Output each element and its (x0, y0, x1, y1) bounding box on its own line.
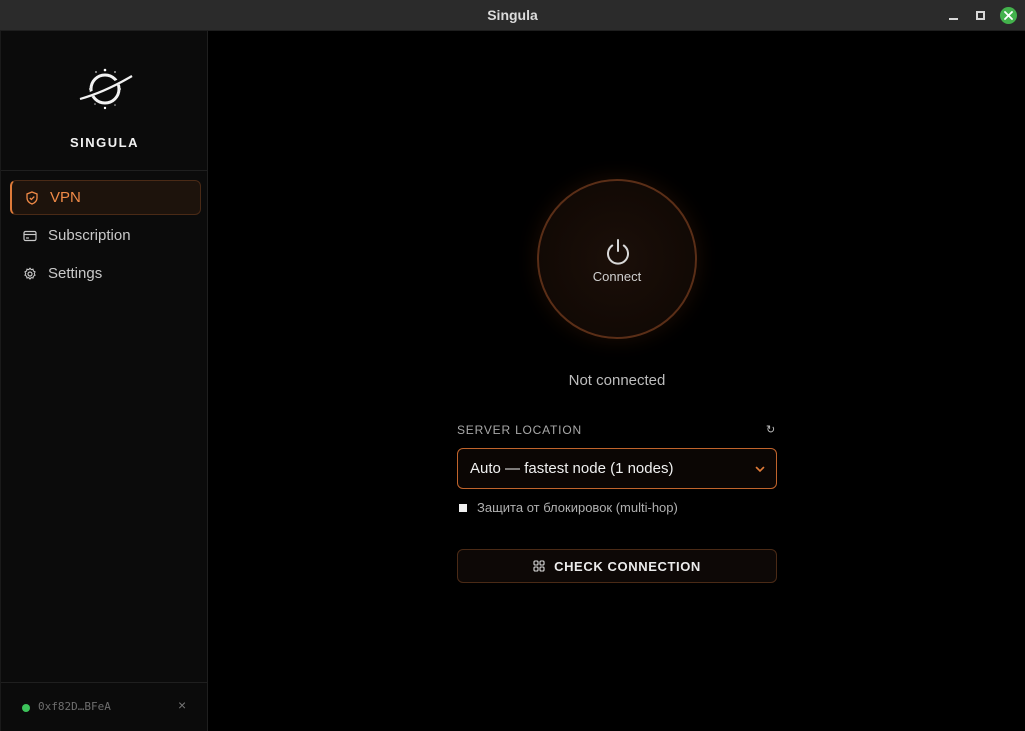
minimize-icon (949, 17, 958, 20)
grid-icon (533, 560, 545, 572)
check-connection-label: CHECK CONNECTION (554, 558, 701, 574)
sidebar-item-settings[interactable]: Settings (10, 256, 201, 291)
refresh-icon[interactable]: ↻ (766, 423, 775, 436)
multihop-label: Защита от блокировок (multi-hop) (477, 500, 678, 515)
connect-label: Connect (592, 269, 642, 284)
wallet-address: 0xf82D…BFeA (38, 700, 111, 713)
server-location-label: SERVER LOCATION (457, 423, 582, 437)
brand-name: SINGULA (70, 135, 139, 150)
sidebar: SINGULA VPN Subscription Settings 0xf82D… (0, 31, 208, 731)
main-panel: Connect Not connected SERVER LOCATION ↻ … (209, 31, 1025, 731)
disconnect-wallet-icon[interactable]: × (178, 697, 186, 713)
shield-icon (24, 190, 40, 206)
multihop-option[interactable]: Защита от блокировок (multi-hop) (457, 500, 678, 515)
gear-icon (22, 266, 38, 282)
chevron-down-icon (755, 466, 765, 473)
maximize-icon (976, 11, 985, 20)
server-location-select[interactable]: Auto — fastest node (1 nodes) (457, 448, 777, 489)
brand-area: SINGULA (1, 31, 208, 171)
sidebar-item-label: Settings (48, 265, 103, 282)
close-window-button[interactable] (1000, 7, 1017, 24)
power-icon (607, 239, 629, 265)
connect-button[interactable] (537, 179, 697, 339)
close-icon (1000, 7, 1017, 24)
server-selected-value: Auto — fastest node (1 nodes) (470, 460, 674, 477)
sidebar-item-subscription[interactable]: Subscription (10, 218, 201, 253)
window-title: Singula (487, 7, 538, 23)
wallet-footer: 0xf82D…BFeA × (1, 682, 208, 731)
singula-logo-icon (76, 68, 134, 110)
card-icon (22, 228, 38, 244)
connection-status-dot (22, 704, 30, 712)
title-bar: Singula (0, 0, 1025, 31)
sidebar-item-label: Subscription (48, 227, 131, 244)
minimize-button[interactable] (945, 7, 962, 24)
connection-status: Not connected (568, 372, 666, 389)
sidebar-item-label: VPN (50, 189, 81, 206)
check-connection-button[interactable]: CHECK CONNECTION (457, 549, 777, 583)
sidebar-item-vpn[interactable]: VPN (10, 180, 201, 215)
multihop-checkbox[interactable] (459, 503, 467, 512)
maximize-button[interactable] (972, 7, 989, 24)
